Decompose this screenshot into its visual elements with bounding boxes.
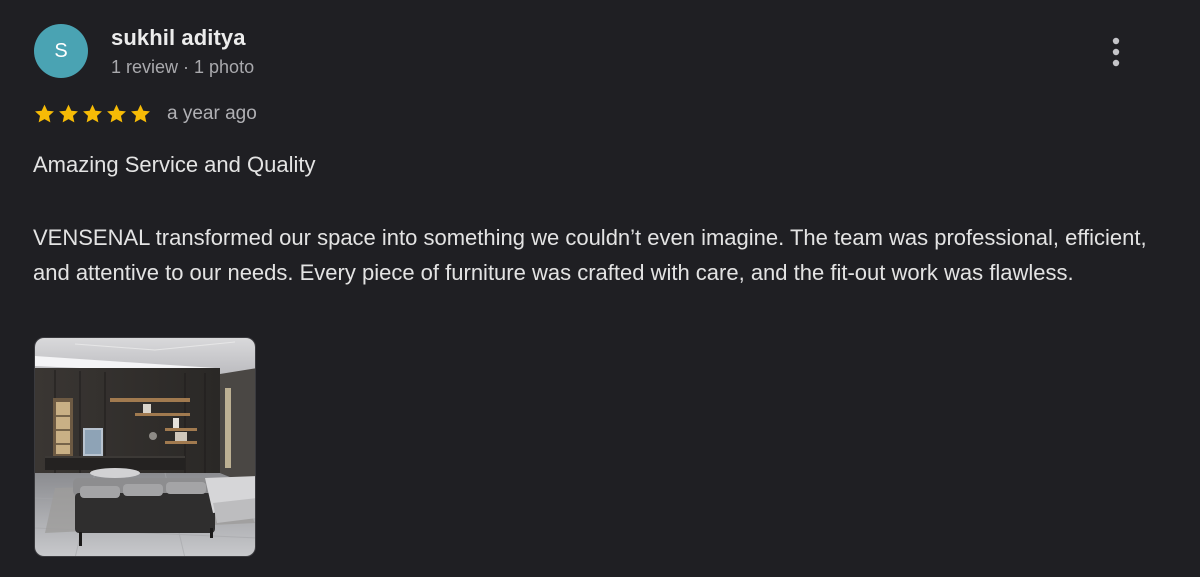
review-card: S sukhil aditya 1 review · 1 photo a yea… bbox=[0, 0, 1200, 577]
author-name[interactable]: sukhil aditya bbox=[111, 25, 246, 51]
photo-image bbox=[35, 338, 255, 556]
star-icon bbox=[131, 104, 150, 123]
review-body: VENSENAL transformed our space into some… bbox=[33, 225, 1147, 285]
review-photo[interactable] bbox=[34, 337, 256, 557]
more-options-button[interactable] bbox=[1100, 34, 1132, 70]
star-rating bbox=[33, 103, 153, 125]
star-icon bbox=[107, 104, 126, 123]
avatar-initial: S bbox=[54, 39, 68, 62]
review-title: Amazing Service and Quality bbox=[33, 152, 316, 177]
author-meta: 1 review · 1 photo bbox=[111, 57, 255, 77]
rating-row: a year ago bbox=[33, 102, 257, 126]
star-icon bbox=[35, 104, 54, 123]
review-date: a year ago bbox=[167, 103, 257, 124]
star-icon bbox=[59, 104, 78, 123]
avatar[interactable]: S bbox=[34, 24, 88, 78]
star-icon bbox=[83, 104, 102, 123]
more-vertical-icon bbox=[1112, 37, 1120, 67]
